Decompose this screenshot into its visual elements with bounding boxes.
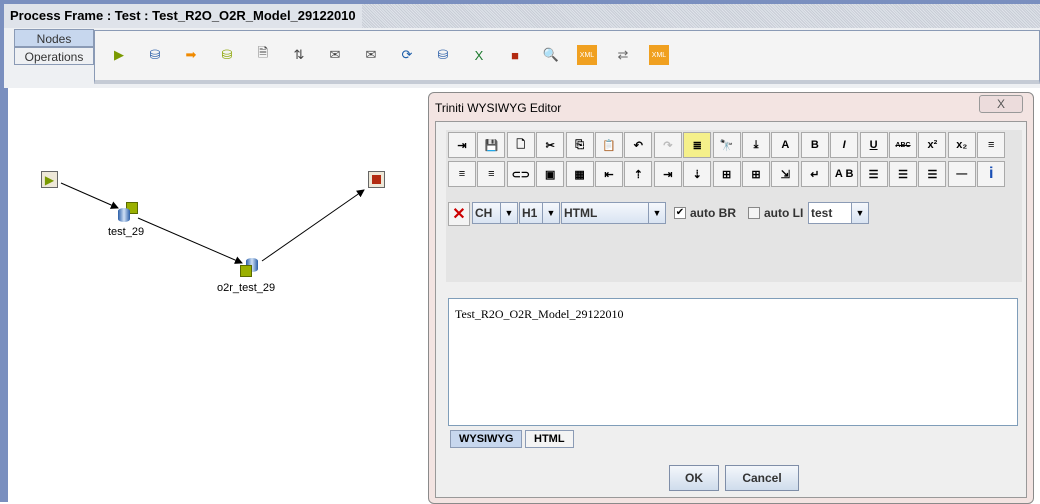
auto-li-label: auto LI <box>764 206 804 220</box>
delete-column-button[interactable]: ⇥ <box>653 161 682 187</box>
db-file-icon[interactable]: ⛁ <box>433 45 453 65</box>
db-to-object-icon[interactable]: ⛁ <box>145 45 165 65</box>
align-center-button[interactable]: ≡ <box>448 161 476 187</box>
link-button[interactable]: ⊂⊃ <box>506 161 535 187</box>
database-icon <box>118 208 130 222</box>
format-combo[interactable]: HTML <box>561 202 649 224</box>
bullet-list-button[interactable]: ☰ <box>859 161 888 187</box>
xml-object-icon[interactable]: XML <box>577 45 597 65</box>
edge-test29-o2r <box>137 217 243 264</box>
paste-button[interactable]: 📋 <box>595 132 623 158</box>
tab-operations[interactable]: Operations <box>14 47 94 65</box>
indent-button[interactable]: ⇲ <box>771 161 800 187</box>
underline-button[interactable]: U <box>859 132 888 158</box>
table-props-button[interactable]: ⊞ <box>712 161 741 187</box>
font-button[interactable]: A <box>771 132 800 158</box>
chevron-down-icon[interactable]: ▼ <box>542 202 560 224</box>
object-icon <box>240 265 252 277</box>
tab-wysiwyg[interactable]: WYSIWYG <box>450 430 523 448</box>
info-button[interactable]: i <box>977 161 1006 187</box>
dialog-body: ✕ CH ▼ H1 ▼ HTML ▼ ✔ auto BR auto LI tes… <box>435 121 1027 498</box>
web-service-icon[interactable]: ⟳ <box>397 45 417 65</box>
cell-props-button[interactable]: ⊞ <box>742 161 770 187</box>
node-toolbar: ▶ ⛁ ➡ ⛁ 🗎 ⇅ ✉ ✉ ⟳ ⛁ X ■ 🔍 XML ⇄ XML <box>94 30 1040 84</box>
editor-toolbar: ✕ CH ▼ H1 ▼ HTML ▼ ✔ auto BR auto LI tes… <box>446 130 1022 282</box>
insert-row-button[interactable]: ⇡ <box>624 161 653 187</box>
new-button[interactable]: 🗋 <box>506 132 535 158</box>
auto-br-label: auto BR <box>690 206 736 220</box>
line-break-button[interactable]: ↵ <box>800 161 829 187</box>
search-user-icon[interactable]: 🔍 <box>541 45 561 65</box>
window-title: Process Frame : Test : Test_R2O_O2R_Mode… <box>4 4 1040 28</box>
palette-panel: Nodes Operations ▶ ⛁ ➡ ⛁ 🗎 ⇅ ✉ ✉ ⟳ ⛁ X ■ 🔍 XML ⇄ XML <box>4 28 1040 88</box>
start-icon: ▶ <box>44 172 55 187</box>
node-label: test_29 <box>108 226 145 238</box>
close-button[interactable]: X <box>979 95 1023 113</box>
node-label: o2r_test_29 <box>217 282 276 294</box>
auto-br-checkbox[interactable]: ✔ <box>674 207 686 219</box>
superscript-button[interactable]: x² <box>918 132 947 158</box>
object-to-db-icon[interactable]: ⛁ <box>217 45 237 65</box>
chevron-down-icon[interactable]: ▼ <box>648 202 666 224</box>
ok-button[interactable]: OK <box>669 465 719 491</box>
insert-file-button[interactable]: ⇥ <box>448 132 476 158</box>
test-29-node[interactable] <box>118 202 140 224</box>
arrow-right-icon[interactable]: ➡ <box>181 45 201 65</box>
save-button[interactable]: 💾 <box>477 132 506 158</box>
numbered-list-button[interactable]: ☰ <box>889 161 917 187</box>
tab-nodes[interactable]: Nodes <box>14 29 94 47</box>
edge-o2r-stop <box>261 189 365 262</box>
chevron-down-icon[interactable]: ▼ <box>500 202 518 224</box>
dialog-title: Triniti WYSIWYG Editor <box>435 101 562 115</box>
bold-button[interactable]: B <box>800 132 829 158</box>
redo-button[interactable]: ↷ <box>653 132 682 158</box>
undo-button[interactable]: ↶ <box>624 132 653 158</box>
heading-combo[interactable]: H1 <box>519 202 543 224</box>
list-item-button[interactable]: ☰ <box>918 161 947 187</box>
auto-li-checkbox[interactable] <box>748 207 760 219</box>
highlight-button[interactable]: ≣ <box>683 132 712 158</box>
excel-icon[interactable]: X <box>469 45 489 65</box>
find-button[interactable]: 🔭 <box>712 132 741 158</box>
charset-combo[interactable]: CH <box>472 202 502 224</box>
start-node-icon[interactable]: ▶ <box>109 45 129 65</box>
subscript-button[interactable]: x₂ <box>947 132 976 158</box>
tab-html[interactable]: HTML <box>525 430 574 448</box>
align-left-button[interactable]: ≡ <box>977 132 1006 158</box>
insert-column-button[interactable]: ⇤ <box>595 161 623 187</box>
transform-icon[interactable]: ⇄ <box>613 45 633 65</box>
stop-node[interactable] <box>368 171 385 188</box>
delete-row-button[interactable]: ⇣ <box>683 161 712 187</box>
align-right-button[interactable]: ≡ <box>477 161 506 187</box>
file-transfer-icon[interactable]: ⇅ <box>289 45 309 65</box>
stop-icon <box>372 175 381 184</box>
stop-node-icon[interactable]: ■ <box>505 45 525 65</box>
cancel-button[interactable]: Cancel <box>725 465 799 491</box>
cut-button[interactable]: ✂ <box>536 132 565 158</box>
wysiwyg-editor-dialog: Triniti WYSIWYG Editor X ✕ CH ▼ H1 ▼ HTM… <box>428 92 1034 504</box>
file-db-icon[interactable]: 🗎 <box>253 45 273 65</box>
mail-add-icon[interactable]: ✉ <box>325 45 345 65</box>
chevron-down-icon[interactable]: ▼ <box>851 202 869 224</box>
anchor-button[interactable]: A B <box>830 161 859 187</box>
style-combo[interactable]: test <box>808 202 852 224</box>
edge-start-test29 <box>60 182 119 209</box>
clear-button[interactable]: ✕ <box>448 202 470 226</box>
image-button[interactable]: ▣ <box>536 161 565 187</box>
horizontal-rule-button[interactable]: — <box>947 161 976 187</box>
find-next-button[interactable]: ⤓ <box>742 132 770 158</box>
xml-db-icon[interactable]: XML <box>649 45 669 65</box>
mail-file-icon[interactable]: ✉ <box>361 45 381 65</box>
start-node[interactable]: ▶ <box>41 171 58 188</box>
editor-content[interactable]: Test_R2O_O2R_Model_29122010 <box>448 298 1018 426</box>
o2r-test-29-node[interactable] <box>240 258 262 280</box>
strikethrough-button[interactable]: ABC <box>889 132 917 158</box>
copy-button[interactable]: ⎘ <box>565 132 594 158</box>
italic-button[interactable]: I <box>830 132 859 158</box>
table-button[interactable]: ▦ <box>565 161 594 187</box>
